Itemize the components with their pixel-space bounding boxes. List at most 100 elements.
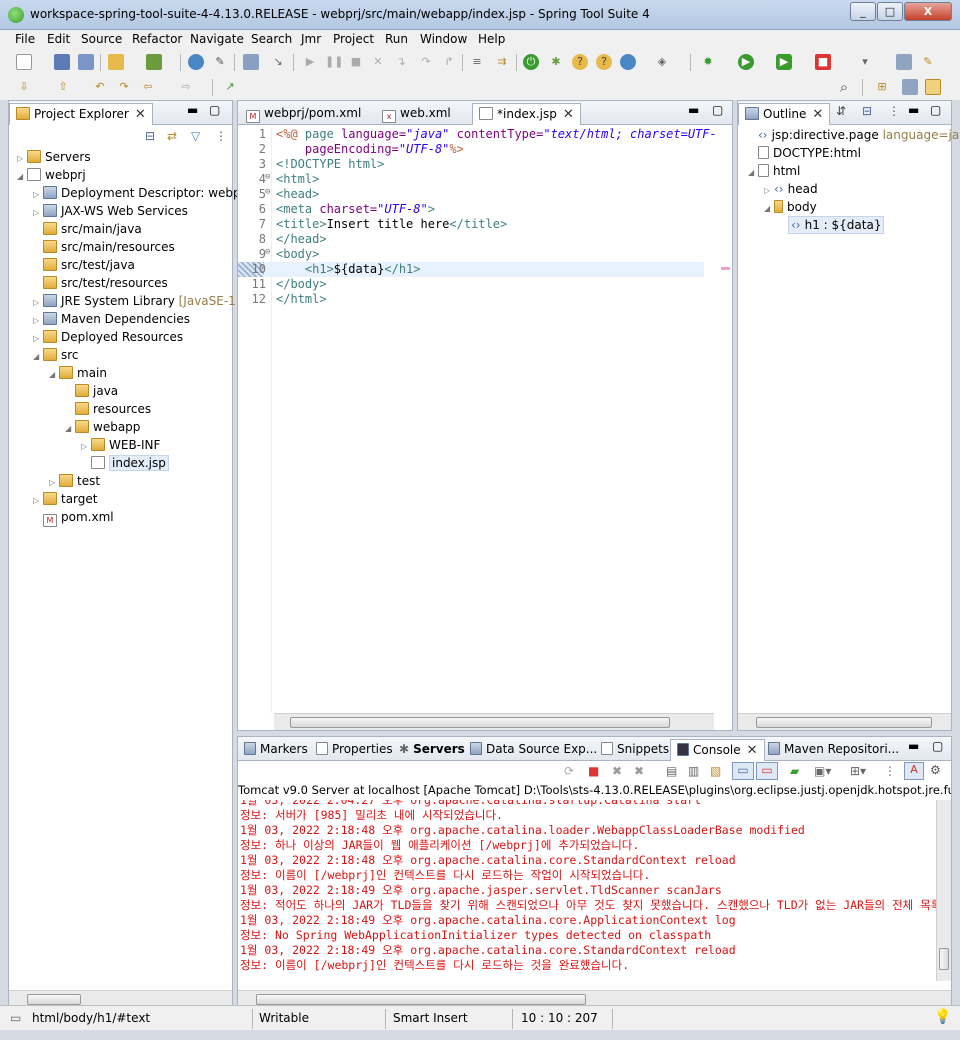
tree-item-java[interactable]: java (65, 382, 118, 400)
minimize-button[interactable]: _ (850, 2, 876, 21)
outline-hscroll-thumb[interactable] (756, 717, 932, 728)
help-icon[interactable]: ? (596, 54, 612, 70)
menu-window[interactable]: Window (420, 32, 467, 46)
maximize-view-icon[interactable]: ▢ (712, 103, 723, 117)
close-icon[interactable]: ✕ (747, 743, 758, 758)
settings-icon[interactable]: ⚙ (930, 763, 941, 777)
code-area[interactable]: 1 2 3 4 5 6 7 8 9 10 11 12 ⊖ ⊖ ⊖ <%@ pag… (238, 127, 718, 713)
lightbulb-icon[interactable]: 💡 (934, 1009, 951, 1025)
tab-index-jsp[interactable]: *index.jsp ✕ (472, 103, 581, 125)
forward-icon[interactable]: ⇨ (178, 79, 194, 95)
suspend-icon[interactable]: ❚❚ (325, 54, 343, 70)
view-menu-icon[interactable]: ⋮ (215, 129, 227, 143)
spring-perspective-icon[interactable] (925, 79, 941, 95)
explorer-hscroll-thumb[interactable] (27, 994, 81, 1005)
tree-item-servers[interactable]: ▷ Servers (17, 148, 91, 166)
tab-servers[interactable]: ✱ Servers (393, 739, 471, 761)
terminate-icon[interactable]: ■ (348, 54, 364, 70)
tab-data-source-explorer[interactable]: Data Source Exp... (464, 739, 603, 761)
tree-item-deployed-resources[interactable]: ▷ Deployed Resources (33, 328, 183, 346)
clear-console-icon[interactable]: ▤ (666, 764, 677, 778)
close-button[interactable]: X (904, 2, 952, 21)
console-hscroll-thumb[interactable] (256, 994, 586, 1005)
step-over-icon[interactable]: ↷ (418, 54, 434, 70)
menu-source[interactable]: Source (81, 32, 122, 46)
tree-item-src-test-resources[interactable]: src/test/resources (33, 274, 168, 292)
new-file-icon[interactable] (16, 54, 32, 70)
menu-navigate[interactable]: Navigate (190, 32, 244, 46)
coverage-icon[interactable]: ▶ (776, 54, 792, 70)
minimize-view-icon[interactable]: ▬ (688, 103, 699, 117)
outline-hscrollbar[interactable] (738, 713, 951, 730)
outline-item-head[interactable]: ▷ ‹› head (764, 180, 818, 198)
menu-project[interactable]: Project (333, 32, 374, 46)
close-icon[interactable]: ✕ (812, 107, 823, 122)
collapse-all-icon[interactable]: ⊟ (862, 104, 872, 118)
fold-icon[interactable]: ⊖ (265, 247, 270, 257)
close-icon[interactable]: ✕ (563, 107, 574, 122)
tree-item-index-jsp[interactable]: index.jsp (81, 454, 169, 472)
outline-item-doctype[interactable]: DOCTYPE:html (748, 144, 861, 162)
tab-markers[interactable]: Markers (238, 739, 314, 761)
console-vscroll-thumb[interactable] (939, 948, 949, 970)
menu-refactor[interactable]: Refactor (132, 32, 182, 46)
restart-icon[interactable]: ⟳ (564, 764, 574, 778)
web-browser-icon[interactable] (620, 54, 636, 70)
boot-dashboard-icon[interactable]: ⏻ (523, 54, 539, 70)
search-icon[interactable]: ⌕ (836, 79, 852, 95)
tab-project-explorer[interactable]: Project Explorer ✕ (9, 103, 153, 125)
outline-item-html[interactable]: ◢ html (748, 162, 800, 180)
tree-item-src[interactable]: ◢ src (33, 346, 79, 364)
tree-item-src-main-java[interactable]: src/main/java (33, 220, 142, 238)
save-icon[interactable] (54, 54, 70, 70)
view-menu-icon[interactable]: ⋮ (888, 104, 900, 118)
external-run-icon[interactable]: ▾ (857, 54, 873, 70)
remove-all-icon[interactable]: ✖ (634, 764, 644, 778)
external-tools-icon[interactable]: ◈ (654, 54, 670, 70)
remove-launch-icon[interactable]: ✖ (612, 764, 622, 778)
outline-item-body[interactable]: ◢ body (764, 198, 817, 216)
minimize-view-icon[interactable]: ▬ (908, 103, 919, 117)
menu-help[interactable]: Help (478, 32, 505, 46)
tree-item-webprj[interactable]: ◢ webprj (17, 166, 86, 184)
tree-item-test[interactable]: ▷ test (49, 472, 100, 490)
debug-run-icon[interactable]: ✹ (700, 54, 716, 70)
new-java-class-icon[interactable] (146, 54, 162, 70)
step-return-icon[interactable]: ↱ (441, 54, 457, 70)
maximize-button[interactable]: □ (877, 2, 903, 21)
terminal-icon[interactable] (243, 54, 259, 70)
last-edit-location-icon[interactable]: ↶ (92, 79, 108, 95)
run-icon[interactable]: ▶ (738, 54, 754, 70)
search-help-icon[interactable]: ? (572, 54, 588, 70)
menu-search[interactable]: Search (251, 32, 292, 46)
terminate-icon[interactable]: ■ (588, 764, 599, 778)
tree-item-main[interactable]: ◢ main (49, 364, 107, 382)
stop-server-icon[interactable]: ■ (815, 54, 831, 70)
tab-outline[interactable]: Outline ✕ (738, 103, 831, 125)
link-editor-icon[interactable]: ⇄ (167, 129, 177, 143)
tree-item-jre-library[interactable]: ▷ JRE System Library [JavaSE-1.8] (33, 292, 252, 310)
fold-icon[interactable]: ⊖ (265, 172, 270, 182)
tree-item-target[interactable]: ▷ target (33, 490, 98, 508)
menu-edit[interactable]: Edit (47, 32, 70, 46)
java-ee-perspective-icon[interactable] (902, 79, 918, 95)
save-all-icon[interactable] (78, 54, 94, 70)
globe-icon[interactable] (188, 54, 204, 70)
editor-hscroll-thumb[interactable] (290, 717, 670, 728)
show-stdout-icon[interactable]: ▭ (732, 762, 754, 780)
tab-snippets[interactable]: Snippets (595, 739, 675, 761)
tree-item-src-test-java[interactable]: src/test/java (33, 256, 135, 274)
show-stderr-icon[interactable]: ▭ (756, 762, 778, 780)
open-console-icon[interactable]: ⊞▾ (850, 764, 866, 778)
minimize-view-icon[interactable]: ▬ (187, 103, 198, 117)
menu-run[interactable]: Run (385, 32, 408, 46)
tree-item-resources[interactable]: resources (65, 400, 151, 418)
console-output[interactable]: 1월 03, 2022 2:04:27 오후 org.apache.catali… (238, 800, 937, 980)
next-annotation-icon[interactable]: ⇩ (16, 79, 32, 95)
fold-icon[interactable]: ⊖ (265, 187, 270, 197)
tab-web-xml[interactable]: x web.xml (376, 103, 457, 125)
close-icon[interactable]: ✕ (135, 107, 146, 122)
open-perspective-button-icon[interactable]: ⊞ (874, 79, 890, 95)
tree-item-web-inf[interactable]: ▷ WEB-INF (81, 436, 160, 454)
forward-edit-icon[interactable]: ↷ (116, 79, 132, 95)
